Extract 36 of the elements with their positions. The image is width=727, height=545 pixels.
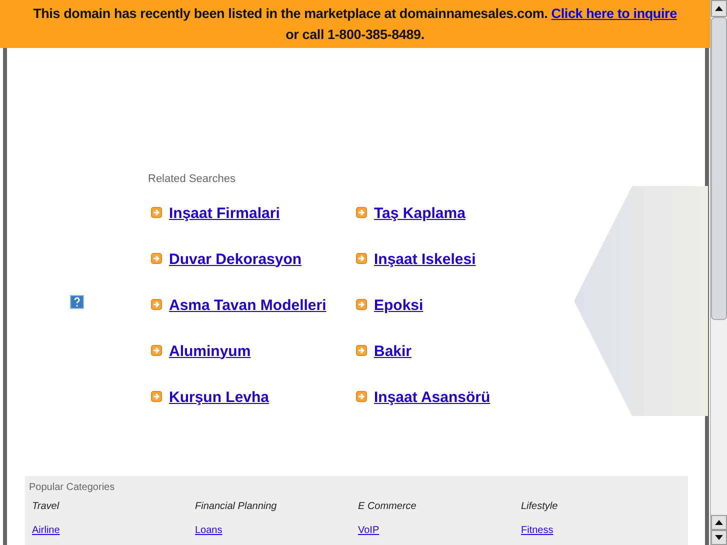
inquire-link[interactable]: Click here to inquire bbox=[551, 6, 677, 21]
related-search-link[interactable]: Kurşun Levha bbox=[169, 388, 270, 406]
related-search-link[interactable]: Bakir bbox=[374, 342, 412, 360]
related-search-link[interactable]: Inşaat Asansörü bbox=[374, 388, 490, 406]
arrow-icon bbox=[151, 298, 162, 310]
related-search-link[interactable]: Aluminyum bbox=[169, 342, 251, 360]
related-search-link[interactable]: Epoksi bbox=[374, 296, 424, 314]
category-heading: Financial Planning bbox=[195, 500, 277, 514]
arrow-icon bbox=[151, 252, 162, 264]
category-link[interactable]: Loans bbox=[195, 523, 222, 538]
category-link[interactable]: Fitness bbox=[521, 523, 554, 538]
section-title: Popular Categories bbox=[29, 481, 116, 495]
banner-message: This domain has recently been listed in the marketplace at domainnamesales.com. bbox=[33, 6, 548, 21]
related-search-link[interactable]: Inşaat Iskelesi bbox=[374, 250, 476, 268]
related-search-link[interactable]: Asma Tavan Modelleri bbox=[169, 296, 326, 314]
arrow-icon bbox=[356, 344, 367, 356]
category-heading: Travel bbox=[32, 500, 60, 514]
category-heading: Lifestyle bbox=[521, 500, 558, 514]
scroll-thumb[interactable] bbox=[711, 17, 727, 320]
arrow-icon bbox=[151, 344, 162, 356]
category-heading: E Commerce bbox=[358, 500, 416, 514]
arrow-icon bbox=[151, 390, 162, 402]
help-icon bbox=[70, 295, 84, 309]
arrow-icon bbox=[356, 298, 367, 310]
arrow-icon bbox=[356, 252, 367, 264]
scrollbar[interactable] bbox=[710, 0, 727, 545]
arrow-icon bbox=[151, 206, 162, 218]
related-search-link[interactable]: Inşaat Firmalari bbox=[169, 204, 280, 222]
category-link[interactable]: VoIP bbox=[358, 523, 380, 538]
arrow-icon bbox=[356, 206, 367, 218]
arrow-icon bbox=[356, 390, 367, 402]
section-title: Related Searches bbox=[148, 172, 236, 187]
related-search-link[interactable]: Duvar Dekorasyon bbox=[169, 250, 302, 268]
category-link[interactable]: Airline bbox=[32, 523, 60, 538]
banner-phone: or call 1-800-385-8489. bbox=[286, 26, 424, 44]
related-search-link[interactable]: Taş Kaplama bbox=[374, 204, 466, 222]
